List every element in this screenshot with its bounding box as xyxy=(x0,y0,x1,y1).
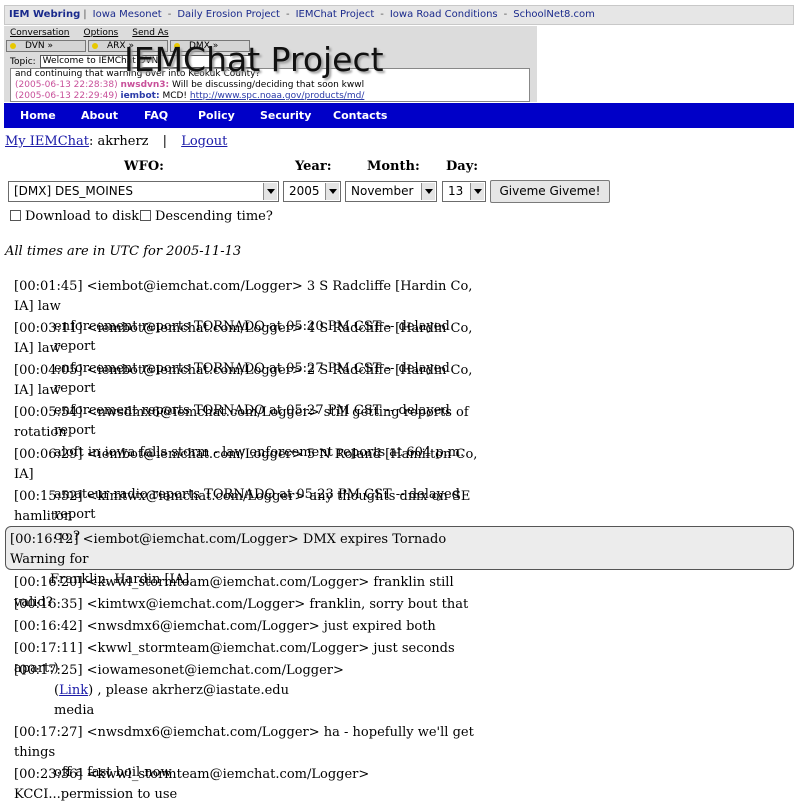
nav-security[interactable]: Security xyxy=(260,103,311,128)
nav-policy[interactable]: Policy xyxy=(198,103,235,128)
month-select-value: November xyxy=(351,184,414,198)
day-label: Day: xyxy=(446,159,479,174)
month-select[interactable]: November xyxy=(345,181,437,202)
wfo-select-value: [DMX] DES_MOINES xyxy=(14,184,133,198)
download-checkbox[interactable] xyxy=(10,210,21,221)
nav-home[interactable]: Home xyxy=(20,103,56,128)
timezone-note: All times are in UTC for 2005-11-13 xyxy=(5,244,242,259)
banner-topic-label: Topic: xyxy=(10,57,36,67)
log-entry: [00:16:35] <kimtwx@iemchat.com/Logger> f… xyxy=(14,597,469,612)
user-separator: | xyxy=(162,134,168,149)
year-select[interactable]: 2005 xyxy=(283,181,341,202)
submit-button[interactable]: Giveme Giveme! xyxy=(490,180,610,203)
banner-menu-options: Options xyxy=(83,28,119,38)
nav-contacts[interactable]: Contacts xyxy=(333,103,387,128)
webring-title: IEM Webring xyxy=(9,9,81,20)
logout-link[interactable]: Logout xyxy=(181,134,227,149)
webring-link-daily-erosion[interactable]: Daily Erosion Project xyxy=(174,9,283,20)
wfo-label: WFO: xyxy=(124,159,164,174)
webring-link-schoolnet8[interactable]: SchoolNet8.com xyxy=(510,9,598,20)
wfo-select[interactable]: [DMX] DES_MOINES xyxy=(8,181,279,202)
log-link[interactable]: Link xyxy=(59,683,88,698)
day-select-value: 13 xyxy=(448,184,464,198)
log-entry: [00:16:42] <nwsdmx6@iemchat.com/Logger> … xyxy=(14,619,436,634)
webring-link-road-conditions[interactable]: Iowa Road Conditions xyxy=(387,9,501,20)
my-iemchat-link[interactable]: My IEMChat xyxy=(5,134,89,149)
nav-about[interactable]: About xyxy=(81,103,118,128)
webring-bar: IEM Webring | Iowa Mesonet - Daily Erosion P… xyxy=(4,5,794,25)
banner-tab-dvn: DVN » xyxy=(6,40,86,52)
banner-chat-line: (2005-06-13 22:28:38) nwsdvn3: Will be d… xyxy=(15,80,365,90)
year-label: Year: xyxy=(295,159,332,174)
webring-link-iowa-mesonet[interactable]: Iowa Mesonet xyxy=(90,9,165,20)
nav-faq[interactable]: FAQ xyxy=(144,103,168,128)
banner-title: IEMChat Project xyxy=(124,40,384,79)
chevron-down-icon xyxy=(470,183,484,200)
username: : akrherz xyxy=(89,134,149,149)
chevron-down-icon xyxy=(421,183,435,200)
webring-link-iemchat[interactable]: IEMChat Project xyxy=(293,9,378,20)
banner-chat-line: (2005-06-13 22:29:49) iembot: MCD! http:… xyxy=(15,91,365,101)
day-select[interactable]: 13 xyxy=(442,181,486,202)
chevron-down-icon xyxy=(325,183,339,200)
descending-checkbox[interactable] xyxy=(140,210,151,221)
main-nav: Home About FAQ Policy Security Contacts xyxy=(4,103,794,128)
month-label: Month: xyxy=(367,159,420,174)
log-entry: [00:23:36] <kwwl_stormteam@iemchat.com/L… xyxy=(14,767,370,802)
banner-menu: Conversation Options Send As xyxy=(10,28,183,38)
year-select-value: 2005 xyxy=(289,184,320,198)
chevron-down-icon xyxy=(263,183,277,200)
user-row: My IEMChat: akrherz | Logout xyxy=(5,134,227,149)
log-entry: [00:17:25] <iowamesonet@iemchat.com/Logg… xyxy=(14,663,344,718)
download-label: Download to disk? xyxy=(25,209,147,224)
banner-menu-conversation: Conversation xyxy=(10,28,70,38)
banner-menu-send-as: Send As xyxy=(132,28,169,38)
descending-label: Descending time? xyxy=(155,209,273,224)
site-banner: Conversation Options Send As DVN » ARX » D… xyxy=(4,26,794,102)
